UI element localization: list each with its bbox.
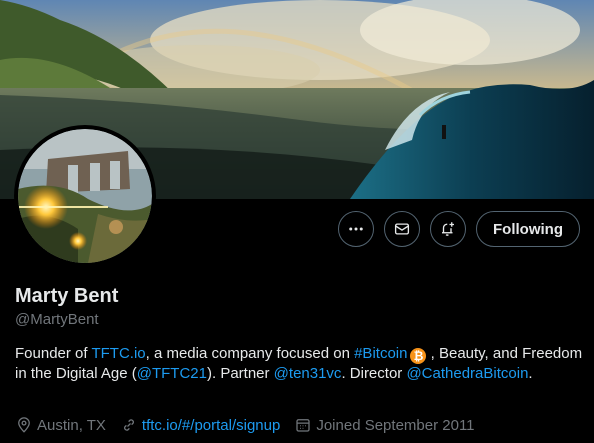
notify-button[interactable] <box>430 211 467 247</box>
profile-meta: Austin, TX tftc.io/#/portal/signup Joine… <box>15 416 475 434</box>
bio-text: . <box>528 365 533 382</box>
profile-actions: Following <box>338 211 580 247</box>
joined-item: Joined September 2011 <box>294 416 475 434</box>
location-item: Austin, TX <box>15 416 106 434</box>
profile-bio: Founder of TFTC.io, a media company focu… <box>15 344 585 384</box>
joined-text: Joined September 2011 <box>316 416 475 434</box>
bio-mention-tftc21[interactable]: @TFTC21 <box>137 365 207 382</box>
bio-link-tftc[interactable]: TFTC.io <box>91 345 145 362</box>
location-pin-icon <box>18 417 30 433</box>
envelope-icon <box>394 223 410 235</box>
bio-hashtag-bitcoin[interactable]: #Bitcoin <box>354 345 407 362</box>
bitcoin-icon: ₿ <box>410 348 427 364</box>
bio-text: Founder of <box>15 345 92 362</box>
more-icon <box>349 227 363 231</box>
bell-plus-icon <box>442 222 455 236</box>
website-link[interactable]: tftc.io/#/portal/signup <box>142 417 280 434</box>
message-button[interactable] <box>384 211 421 247</box>
calendar-icon <box>296 419 310 432</box>
location-text: Austin, TX <box>37 416 106 434</box>
bio-mention-ten31vc[interactable]: @ten31vc <box>274 365 342 382</box>
avatar <box>18 129 152 263</box>
bio-text: , a media company focused on <box>145 345 355 362</box>
bio-text: . Director <box>341 365 407 382</box>
bio-text: ). Partner <box>206 365 274 382</box>
more-button[interactable] <box>338 211 375 247</box>
website-item: tftc.io/#/portal/signup <box>120 416 280 434</box>
following-button[interactable]: Following <box>476 211 580 247</box>
avatar-frame[interactable] <box>14 125 156 267</box>
link-icon <box>123 419 134 431</box>
profile-name: Marty Bent <box>15 285 119 307</box>
bio-mention-cathedrabitcoin[interactable]: @CathedraBitcoin <box>406 365 528 382</box>
profile-handle: @MartyBent <box>15 311 99 328</box>
